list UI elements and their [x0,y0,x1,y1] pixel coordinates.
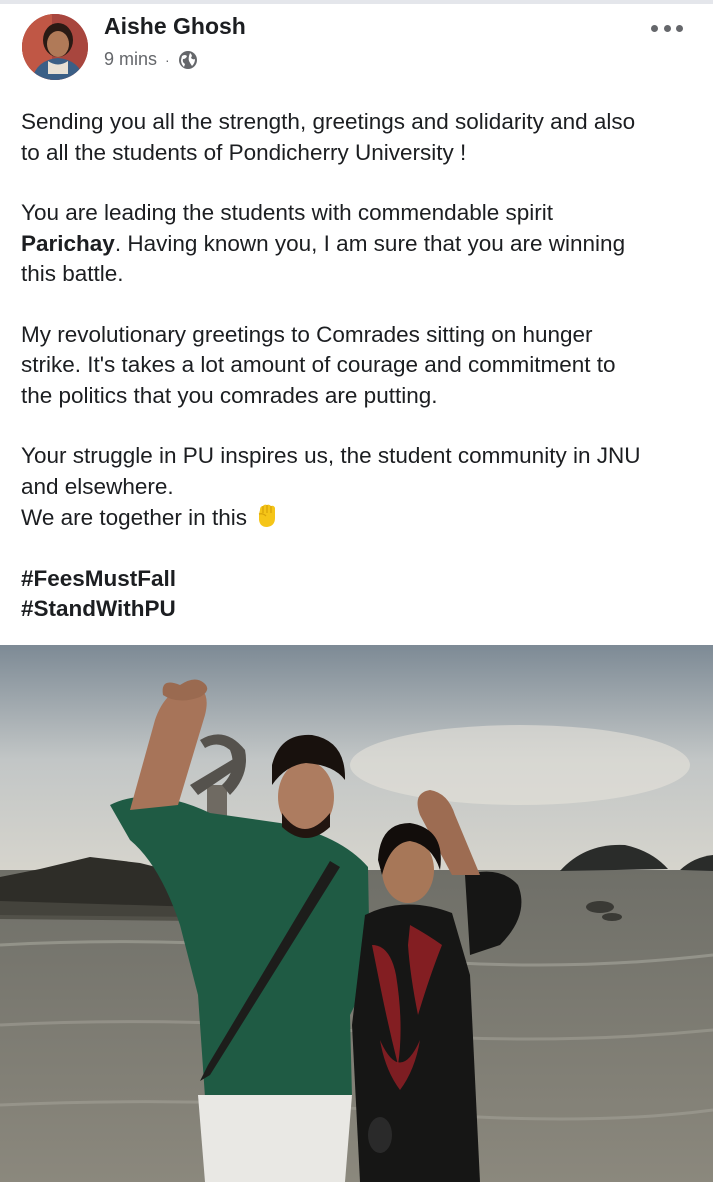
text-line: You are leading the students with commen… [21,200,553,225]
more-horizontal-icon-dot [676,24,683,32]
post-paragraph: You are leading the students with commen… [21,198,691,290]
bottom-margin [0,1182,713,1200]
text-line: this battle. [21,261,124,286]
text-line-with-emoji: We are together in this [21,502,691,534]
photo-image [0,645,713,1182]
author-name[interactable]: Aishe Ghosh [104,13,246,40]
hashtag-list: #FeesMustFall #StandWithPU [21,564,691,625]
text-line: and elsewhere. [21,473,174,499]
avatar[interactable] [22,14,88,80]
text-line-mixed: Parichay. Having known you, I am sure th… [21,229,691,260]
text-line: to all the students of Pondicherry Unive… [21,139,467,165]
post-header: Aishe Ghosh 9 mins · [0,4,713,90]
post-meta: 9 mins · [104,49,198,70]
post-paragraph: Your struggle in PU inspires us, the stu… [21,441,691,534]
hashtag-link[interactable]: #StandWithPU [21,594,691,625]
text-fragment: We are together in this [21,505,247,530]
post-timestamp[interactable]: 9 mins [104,49,157,70]
text-line: Your struggle in PU inspires us, the stu… [21,443,641,468]
text-line: strike. It's takes a lot amount of coura… [21,352,616,377]
mentioned-name: Parichay [21,230,115,256]
more-options-button[interactable] [651,18,683,38]
more-horizontal-icon-dot [663,24,671,32]
more-horizontal-icon-dot [651,24,658,32]
post-paragraph: My revolutionary greetings to Comrades s… [21,320,691,412]
post-body: Sending you all the strength, greetings … [21,107,691,625]
hashtag-link[interactable]: #FeesMustFall [21,564,691,595]
text-line: the politics that you comrades are putti… [21,382,438,408]
text-line: My revolutionary greetings to Comrades s… [21,321,593,347]
text-line: Sending you all the strength, greetings … [21,109,636,134]
globe-icon[interactable] [178,50,198,70]
post-photo[interactable] [0,645,713,1182]
meta-separator: · [165,51,170,68]
post-paragraph: Sending you all the strength, greetings … [21,107,691,168]
raised-fist-icon [253,502,281,530]
avatar-image [22,14,88,80]
text-fragment: . Having known you, I am sure that you a… [114,230,626,256]
